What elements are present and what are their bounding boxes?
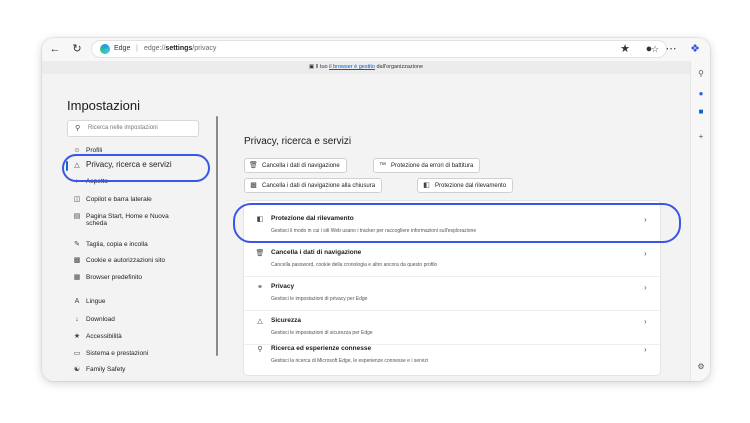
accessibility-icon: ★ [73,333,81,340]
chevron-right-icon: › [644,317,647,326]
privacy-settings-card: ◧ Protezione dal rilevamento Gestisci il… [244,201,660,375]
chevron-right-icon: › [644,345,647,354]
nav-item-start-page[interactable]: ▤ Pagina Start, Home e Nuova scheda [72,212,169,227]
home-icon: ▤ [73,213,81,220]
row-description: Gestisci le impostazioni di sicurezza pe… [271,330,373,336]
address-bar[interactable]: Edge | edge://settings/privacy ☆ [92,41,666,57]
profile-icon: ☺ [73,147,81,154]
security-icon: △ [257,318,263,325]
row-tracking-prevention[interactable]: ◧ Protezione dal rilevamento Gestisci il… [244,209,660,243]
chevron-right-icon: › [644,249,647,258]
cookie-icon: ▩ [73,257,81,264]
row-privacy[interactable]: ⚭ Privacy Gestisci le impostazioni di pr… [244,277,660,311]
active-nav-indicator [66,161,68,171]
clear-on-close-icon: ▩ [250,182,257,189]
search-icon: ⚲ [75,125,81,132]
chevron-right-icon: › [644,215,647,224]
copilot-icon[interactable]: ❖ [688,42,702,56]
banner-suffix: dall'organizzazione [374,64,424,70]
sidebar-settings-icon[interactable]: ⚙ [695,361,707,373]
privacy-icon: ⚭ [257,284,263,291]
search-icon: ⚲ [257,346,263,353]
sidebar-outlook-icon[interactable]: ■ [695,106,707,118]
browser-icon: ▦ [73,274,81,281]
url-text: edge://settings/privacy [144,45,217,52]
profile-avatar-icon[interactable]: ● [642,42,656,56]
lock-icon: △ [74,162,80,169]
row-title: Sicurezza [271,317,301,324]
favorites-icon[interactable]: ★ [618,42,632,56]
edge-logo-icon [100,44,110,54]
nav-item-family-safety[interactable]: ☯ Family Safety [72,365,126,373]
nav-scrollbar[interactable] [216,116,218,356]
clipboard-icon: ✎ [74,241,80,248]
nav-item-copilot[interactable]: ◫ Copilot e barra laterale [72,195,152,203]
chip-tracking-prevention[interactable]: ◧ Protezione dal rilevamento [417,178,514,193]
row-description: Gestisci il modo in cui i siti Web usano… [271,228,477,234]
managed-browser-link[interactable]: il browser è gestito [329,64,375,70]
row-title: Ricerca ed esperienze connesse [271,345,372,352]
appearance-icon: ◐ [74,178,80,185]
row-search-services[interactable]: ⚲ Ricerca ed esperienze connesse Gestisc… [244,339,660,373]
tracking-icon: ◧ [256,216,264,223]
nav-item-default-browser[interactable]: ▦ Browser predefinito [72,273,142,281]
managed-browser-banner: ▣ Il tuo il browser è gestito dall'organ… [42,61,690,74]
nav-item-lingue[interactable]: A Lingue [72,298,106,305]
search-placeholder: Ricerca nelle impostazioni [88,125,158,131]
sidebar-copilot-icon[interactable]: ● [695,88,707,100]
chip-clear-on-close[interactable]: ▩ Cancella i dati di navigazione alla chi… [244,178,383,193]
site-label: Edge [114,45,131,52]
system-icon: ▭ [73,350,81,357]
chevron-right-icon: › [644,283,647,292]
nav-item-system[interactable]: ▭ Sistema e prestazioni [72,349,148,357]
chip-clear-browsing-data[interactable]: 🗑 Cancella i dati di navigazione [244,158,347,173]
row-description: Gestisci la ricerca di Microsoft Edge, l… [271,358,429,364]
row-title: Protezione dal rilevamento [271,215,354,222]
nav-item-cookie[interactable]: ▩ Cookie e autorizzazioni sito [72,256,165,264]
nav-item-profili[interactable]: ☺ Profili [72,147,102,154]
row-description: Gestisci le impostazioni di privacy per … [271,296,368,302]
banner-building-icon: ▣ [308,64,315,70]
trash-icon: 🗑 [255,250,265,257]
browser-toolbar: ← ↻ Edge | edge://settings/privacy ☆ ★ ●… [42,38,710,61]
browser-window: ← ↻ Edge | edge://settings/privacy ☆ ★ ●… [42,38,710,381]
nav-item-aspetto[interactable]: ◐ Aspetto [72,178,108,185]
page-title: Privacy, ricerca e servizi [244,136,352,147]
settings-nav-title: Impostazioni [67,98,140,113]
row-clear-browsing-data[interactable]: 🗑 Cancella i dati di navigazione Cancell… [244,243,660,277]
banner-prefix: Il tuo [315,64,330,70]
address-separator: | [136,45,138,52]
download-icon: ↓ [75,316,79,323]
refresh-icon[interactable]: ↻ [70,42,84,56]
sidebar-search-icon[interactable]: ⚲ [695,68,707,80]
tracking-icon: ◧ [423,182,430,189]
more-options-icon[interactable]: ⋯ [664,42,678,56]
chip-typo-protection[interactable]: ™ Protezione da errori di battitura [373,158,481,173]
sidebar-icon: ◫ [73,196,81,203]
nav-item-download[interactable]: ↓ Download [72,316,115,323]
trash-icon: 🗑 [249,162,258,169]
row-description: Cancella password, cookie della cronolog… [271,262,438,268]
nav-item-clipboard[interactable]: ✎ Taglia, copia e incolla [72,240,148,248]
row-title: Cancella i dati di navigazione [271,249,362,256]
back-arrow-icon[interactable]: ← [48,42,62,56]
settings-search-input[interactable]: ⚲ Ricerca nelle impostazioni [67,120,199,137]
row-title: Privacy [271,283,295,290]
settings-content: Impostazioni ⚲ Ricerca nelle impostazion… [42,74,690,381]
family-icon: ☯ [73,366,81,373]
nav-item-accessibility[interactable]: ★ Accessibilità [72,332,122,340]
right-sidebar: ⚲ ● ■ + ⚙ [690,61,710,381]
language-icon: A [74,298,80,305]
nav-item-privacy[interactable]: △ Privacy, ricerca e servizi [72,160,171,169]
typo-icon: ™ [379,162,386,169]
sidebar-add-icon[interactable]: + [695,131,707,143]
